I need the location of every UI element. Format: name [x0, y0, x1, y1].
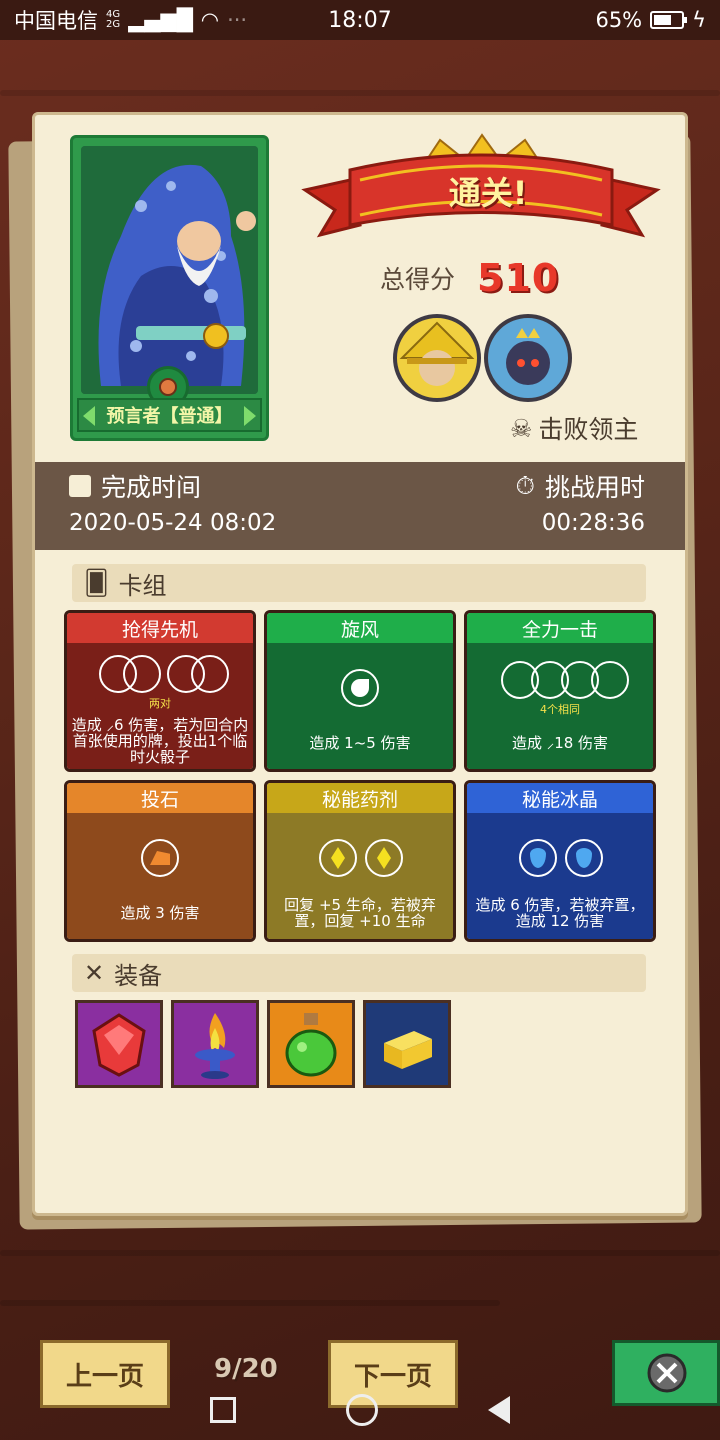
- green-potion-icon: [285, 1013, 337, 1077]
- wifi-icon: ◠: [200, 8, 220, 32]
- equipment-fire-brazier[interactable]: [171, 1000, 259, 1088]
- hero-card: 预言者【普通】: [70, 135, 269, 441]
- time-band: 完成时间 2020-05-24 08:02 ⏱ 挑战用时 00:28:36: [35, 462, 685, 550]
- clear-banner: 通关!: [300, 130, 662, 250]
- water-dice-icon: [565, 839, 603, 877]
- fire-brazier-icon: [195, 1013, 235, 1079]
- boss-avatar-2: [484, 314, 572, 402]
- bone-icon: ✕: [84, 959, 105, 987]
- card-description: 造成 3 伤害: [120, 904, 200, 922]
- deck-card[interactable]: 秘能冰晶 造成 6 伤害，若被弃置，造成 12 伤害: [464, 780, 656, 942]
- finish-time-label: 完成时间: [69, 468, 201, 504]
- cards-icon: 🂠: [84, 569, 109, 597]
- equipment-green-potion[interactable]: [267, 1000, 355, 1088]
- hero-name-bar: 预言者【普通】: [77, 398, 262, 432]
- card-condition: 4个相同: [540, 703, 580, 716]
- defeat-boss-label: ☠ 击败领主: [510, 413, 639, 445]
- battery-percent: 65%: [595, 8, 643, 32]
- wood-grain: [0, 90, 720, 96]
- clear-title: 通关!: [448, 174, 528, 212]
- dice-slot-icon: [123, 655, 161, 693]
- carrier-label: 中国电信: [14, 9, 98, 33]
- more-dots-icon: ···: [227, 8, 248, 32]
- card-title: 投石: [67, 783, 253, 813]
- clock: 18:07: [328, 7, 392, 33]
- rock-dice-icon: [141, 839, 179, 877]
- equipment-ruby-gem[interactable]: [75, 1000, 163, 1088]
- duration-label: ⏱ 挑战用时: [515, 471, 645, 502]
- card-title: 全力一击: [467, 613, 653, 643]
- deck-card[interactable]: 投石 造成 3 伤害: [64, 780, 256, 942]
- card-description: 回复 +5 生命，若被弃置，回复 +10 生命: [284, 896, 436, 930]
- card-title: 抢得先机: [67, 613, 253, 643]
- deck-card[interactable]: 旋风 造成 1~5 伤害: [264, 610, 456, 772]
- card-title: 秘能冰晶: [467, 783, 653, 813]
- system-nav-bar: [0, 1380, 720, 1440]
- home-icon[interactable]: [346, 1394, 378, 1426]
- score-row: 总得分 510: [380, 256, 559, 300]
- wood-grain: [0, 1300, 500, 1306]
- card-description: 造成 ⸝6 伤害，若为回合内首张使用的牌，投出1个临时火骰子: [71, 716, 249, 766]
- score-label: 总得分: [380, 265, 456, 294]
- deck-section-header: 🂠 卡组: [72, 564, 646, 602]
- card-title: 旋风: [267, 613, 453, 643]
- hero-portrait: [81, 146, 258, 394]
- calendar-icon: [69, 475, 91, 497]
- deck-card[interactable]: 秘能药剂 回复 +5 生命，若被弃置，回复 +10 生命: [264, 780, 456, 942]
- ruby-gem-icon: [92, 1013, 146, 1077]
- battery-icon: [650, 11, 688, 29]
- score-value: 510: [477, 256, 560, 300]
- wood-grain: [0, 1250, 720, 1256]
- signal-icon: 4G 2G: [106, 9, 121, 30]
- signal-bars-icon: ▂▄▆█: [128, 8, 193, 32]
- recent-apps-icon[interactable]: [210, 1397, 236, 1423]
- card-condition: 两对: [149, 697, 171, 710]
- wind-dice-icon: [341, 669, 379, 707]
- dice-slot-icon: [591, 661, 629, 699]
- equipment-section-header: ✕ 装备: [72, 954, 646, 992]
- back-icon[interactable]: [488, 1396, 510, 1424]
- boss-avatar-1: [393, 314, 481, 402]
- card-title: 秘能药剂: [267, 783, 453, 813]
- charging-icon: ϟ: [692, 8, 706, 32]
- diamond-dice-icon: [365, 839, 403, 877]
- gold-bars-icon: [384, 1031, 432, 1069]
- equipment-gold-bars[interactable]: [363, 1000, 451, 1088]
- card-description: 造成 6 伤害，若被弃置，造成 12 伤害: [475, 896, 645, 930]
- deck-card[interactable]: 抢得先机 两对 造成 ⸝6 伤害，若为回合内首张使用的牌，投出1个临时火骰子: [64, 610, 256, 772]
- hero-name: 预言者【普通】: [106, 406, 233, 427]
- next-hero-arrow-icon: [244, 406, 256, 426]
- card-description: 造成 1~5 伤害: [309, 734, 411, 752]
- status-bar: 中国电信 4G 2G ▂▄▆█ ◠ ··· 18:07 65% ϟ: [0, 0, 720, 40]
- finish-time-value: 2020-05-24 08:02: [69, 510, 277, 536]
- dice-slot-icon: [191, 655, 229, 693]
- card-description: 造成 ⸝18 伤害: [511, 734, 609, 752]
- stopwatch-icon: ⏱: [515, 471, 535, 500]
- diamond-dice-icon: [319, 839, 357, 877]
- deck-card[interactable]: 全力一击 4个相同 造成 ⸝18 伤害: [464, 610, 656, 772]
- duration-value: 00:28:36: [541, 510, 645, 536]
- prev-hero-arrow-icon: [83, 406, 95, 426]
- boss-skull-icon: ☠: [510, 413, 533, 443]
- water-dice-icon: [519, 839, 557, 877]
